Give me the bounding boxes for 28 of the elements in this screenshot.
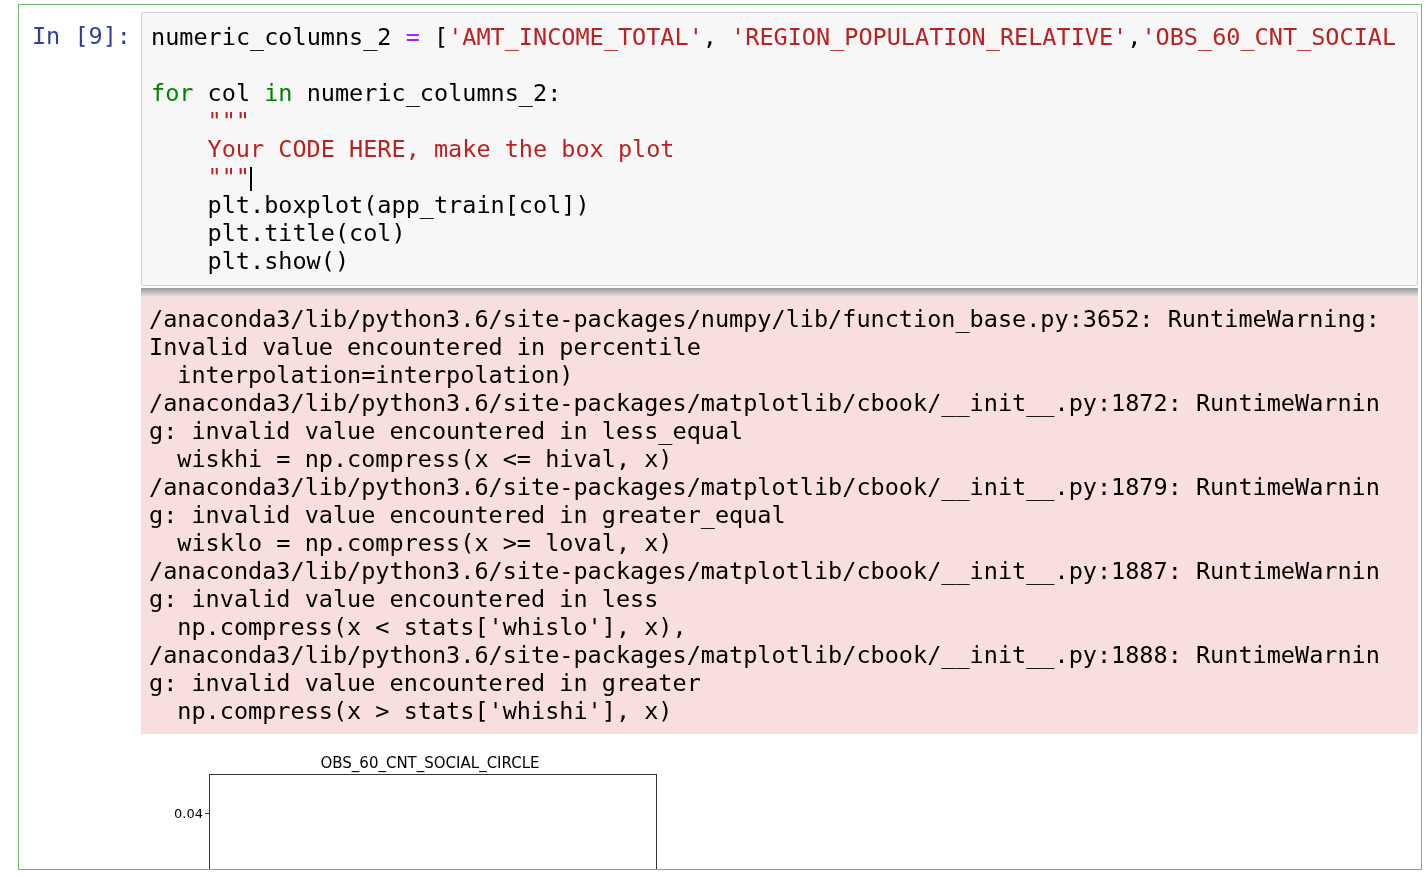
warning-line: /anaconda3/lib/python3.6/site-packages/numpy/lib/function_base.py:3652: RuntimeWarning: [149, 305, 1381, 333]
warning-line: /anaconda3/lib/python3.6/site-packages/matplotlib/cbook/__init__.py:1887: RuntimeWarnin [149, 557, 1381, 585]
code-line: numeric_columns_2 = ['AMT_INCOME_TOTAL', 'REGION_POPULATION_RELATIVE','OBS_60_CNT_SOCIAL [151, 23, 1397, 53]
warning-line: np.compress(x > stats['whishi'], x) [176, 697, 674, 725]
warning-line: /anaconda3/lib/python3.6/site-packages/matplotlib/cbook/__init__.py:1872: RuntimeWarnin [149, 389, 1381, 417]
code-line: plt.boxplot(app_train[col]) [207, 191, 590, 219]
warning-line: np.compress(x < stats['whislo'], x), [176, 613, 688, 641]
code-editor[interactable] [141, 12, 1418, 286]
warning-line: /anaconda3/lib/python3.6/site-packages/matplotlib/cbook/__init__.py:1888: RuntimeWarnin [149, 641, 1381, 669]
warning-line: g: invalid value encountered in greater [149, 669, 702, 697]
code-line: for col in numeric_columns_2: [151, 79, 562, 107]
warning-line: g: invalid value encountered in less [149, 585, 660, 613]
warning-line: Invalid value encountered in percentile [149, 333, 702, 361]
warning-line: wiskhi = np.compress(x <= hival, x) [176, 445, 674, 473]
warning-line: wisklo = np.compress(x >= loval, x) [176, 529, 674, 557]
plot-title: OBS_60_CNT_SOCIAL_CIRCLE [319, 754, 541, 772]
tick-mark [205, 813, 209, 814]
code-line: """ [207, 163, 253, 191]
code-line: plt.title(col) [207, 219, 406, 247]
code-line: """ [207, 107, 251, 135]
input-prompt: In [9]: [30, 21, 132, 52]
y-tick-label: 0.04 [174, 806, 203, 821]
warning-line: interpolation=interpolation) [176, 361, 575, 389]
warning-line: /anaconda3/lib/python3.6/site-packages/matplotlib/cbook/__init__.py:1879: RuntimeWarnin [149, 473, 1381, 501]
code-line: Your CODE HERE, make the box plot [207, 135, 675, 163]
warning-line: g: invalid value encountered in greater_equal [149, 501, 787, 529]
code-line: plt.show() [207, 247, 350, 275]
warning-line: g: invalid value encountered in less_equal [149, 417, 745, 445]
